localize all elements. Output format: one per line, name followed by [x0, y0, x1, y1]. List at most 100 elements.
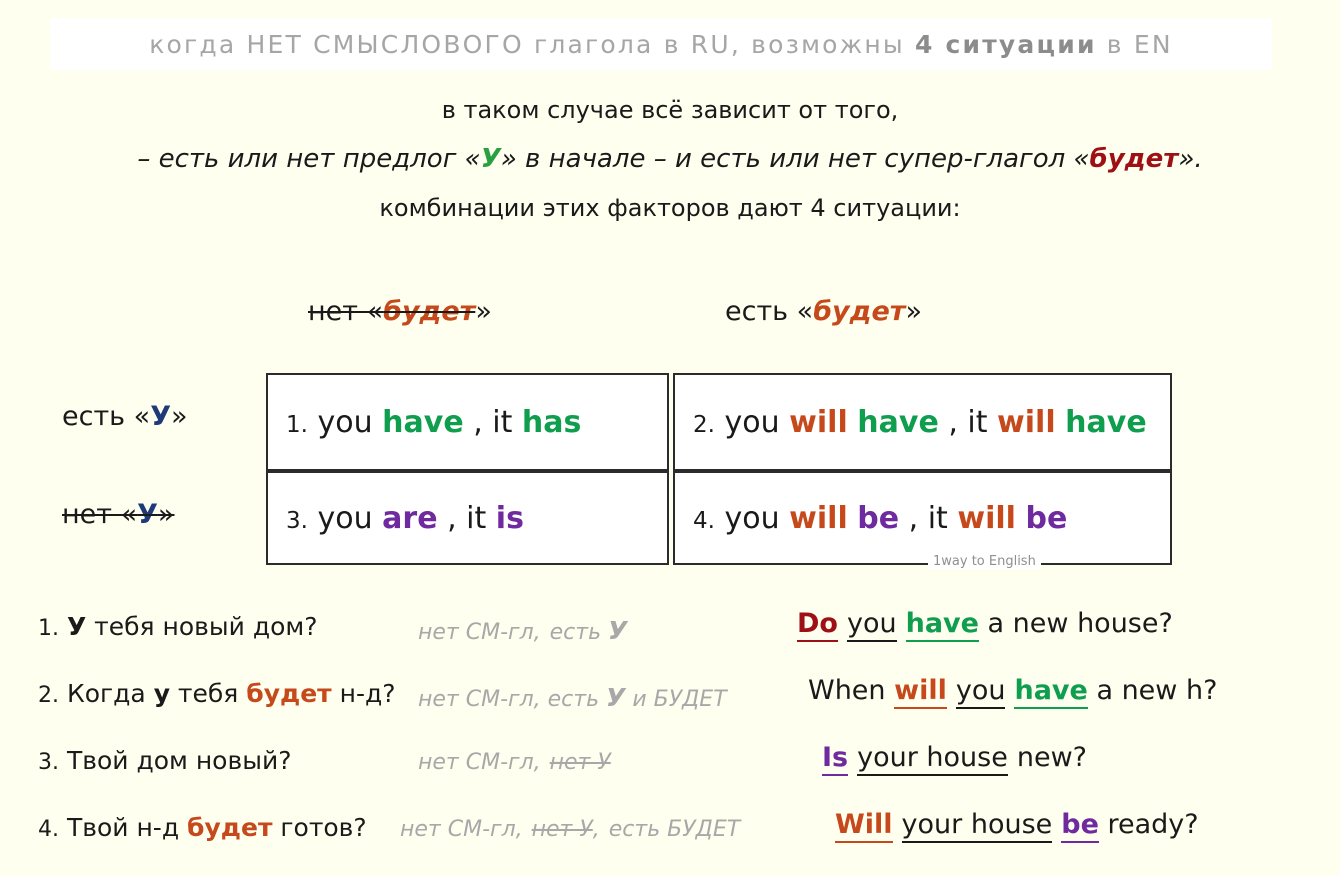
- example-3-note: нет СМ-гл, нет У: [418, 750, 611, 775]
- ex4-en-w1: Will: [835, 809, 893, 843]
- example-2-note: нет СМ-гл, есть У и БУДЕТ: [418, 683, 727, 712]
- example-4-english: Will your house be ready?: [835, 809, 1199, 843]
- row2-suffix: »: [157, 499, 175, 530]
- ex1-en-tail: a new house?: [987, 608, 1173, 639]
- col2-suffix: »: [905, 296, 922, 327]
- example-3-russian: 3. Твой дом новый?: [38, 746, 291, 775]
- cell3-p2: , it: [437, 500, 496, 536]
- ex4-note2: есть БУДЕТ: [608, 817, 741, 842]
- intro-line-3: комбинации этих факторов дают 4 ситуации…: [379, 194, 961, 222]
- intro-line-2-part3: ».: [1178, 144, 1203, 174]
- cell4-aux2: be: [1025, 500, 1068, 536]
- matrix-cell-2-text: 2. you will have , it will have: [693, 405, 1147, 440]
- example-4-note: нет СМ-гл, нет У, есть БУДЕТ: [400, 817, 740, 842]
- col1-suffix: »: [475, 296, 492, 327]
- ex1-ru-rest: тебя новый дом?: [86, 612, 318, 641]
- ex4-ru-pre: Твой н-д: [66, 813, 188, 842]
- situations-matrix: нет «будет» есть «будет» есть «У» нет «У…: [0, 296, 1340, 576]
- header-title: когда НЕТ СМЫСЛОВОГО глагола в RU, возмо…: [149, 30, 1173, 59]
- row-header-no-u-strike: нет «У»: [62, 499, 174, 530]
- intro-budet-marker: будет: [1089, 144, 1179, 174]
- ex2-en-lead: When: [808, 675, 886, 706]
- row1-word: У: [150, 401, 172, 432]
- intro-u-marker: У: [480, 144, 501, 174]
- cell3-num: 3.: [286, 507, 308, 534]
- cell4-num: 4.: [693, 507, 715, 534]
- cell2-p2: , it: [938, 404, 998, 440]
- cell4-w2: will: [957, 500, 1016, 536]
- ex4-num: 4.: [38, 817, 59, 842]
- column-header-no-budet-strike: нет «будет: [308, 296, 475, 327]
- ex1-num: 1.: [38, 616, 59, 641]
- row-header-no-u: нет «У»: [62, 499, 174, 530]
- ex2-ru-pre: Когда: [66, 679, 154, 708]
- cell2-aux2: have: [1065, 404, 1147, 440]
- ex1-en-w3: have: [905, 608, 979, 642]
- example-2-english: When will you have a new h?: [808, 675, 1217, 709]
- matrix-cell-3-text: 3. you are , it is: [286, 501, 524, 536]
- watermark: 1way to English: [928, 554, 1041, 569]
- ex3-note-struck: нет У: [549, 750, 611, 775]
- cell3-p1: you: [307, 500, 383, 536]
- cell1-w2: has: [521, 404, 582, 440]
- examples-block: 1. У тебя новый дом? нет СМ-гл, есть У Do…: [0, 606, 1340, 874]
- matrix-cell-1: 1. you have , it has: [266, 373, 669, 471]
- matrix-cell-1-text: 1. you have , it has: [286, 405, 581, 440]
- cell2-w1: will: [789, 404, 848, 440]
- ex4-en-w3: be: [1061, 809, 1099, 843]
- matrix-cell-3: 3. you are , it is: [266, 471, 669, 565]
- ex2-note1: нет СМ-гл,: [418, 687, 541, 712]
- cell2-num: 2.: [693, 411, 715, 438]
- cell1-p1: you: [307, 404, 383, 440]
- example-row-3: 3. Твой дом новый? нет СМ-гл, нет У Is you…: [0, 740, 1340, 807]
- intro-block: в таком случае всё зависит от того, – ес…: [0, 96, 1340, 222]
- ex4-note-struck: нет У: [531, 817, 593, 842]
- ex3-note1: нет СМ-гл,: [418, 750, 541, 775]
- cell3-w1: are: [382, 500, 438, 536]
- ex4-ru-budet: будет: [187, 813, 273, 842]
- ex4-en-w2: your house: [901, 809, 1053, 843]
- col1-word: будет: [383, 296, 476, 327]
- ex4-en-tail: ready?: [1107, 809, 1199, 840]
- row1-suffix: »: [171, 401, 188, 432]
- ex4-ru-rest: готов?: [272, 813, 367, 842]
- ex1-en-w2: you: [846, 608, 897, 642]
- header-title-before: когда НЕТ СМЫСЛОВОГО глагола в RU, возмо…: [149, 29, 915, 59]
- cell3-w2: is: [495, 500, 524, 536]
- header-title-after: в EN: [1096, 29, 1173, 59]
- ex1-note1: нет СМ-гл,: [418, 620, 541, 645]
- intro-line-2: – есть или нет предлог «У» в начале – и …: [0, 144, 1340, 174]
- cell1-num: 1.: [286, 411, 308, 438]
- cell4-w1: will: [789, 500, 848, 536]
- row-header-has-u: есть «У»: [62, 401, 188, 432]
- ex3-en-tail: new?: [1016, 742, 1087, 773]
- row2-prefix: нет «: [62, 499, 138, 530]
- cell1-p2: , it: [463, 404, 522, 440]
- column-header-no-budet: нет «будет»: [308, 296, 492, 327]
- example-4-russian: 4. Твой н-д будет готов?: [38, 813, 367, 842]
- cell2-aux: have: [857, 404, 939, 440]
- ex1-note3: У: [608, 616, 628, 645]
- ex4-note1: нет СМ-гл,: [400, 817, 523, 842]
- ex2-num: 2.: [38, 683, 59, 708]
- ex2-note3: У: [606, 683, 626, 712]
- ex1-note2: есть: [549, 620, 602, 645]
- ex3-en-w1: Is: [822, 742, 849, 776]
- ex3-ru-rest: Твой дом новый?: [66, 746, 292, 775]
- ex2-ru-budet: будет: [246, 679, 332, 708]
- example-1-english: Do you have a new house?: [797, 608, 1173, 642]
- col2-word: будет: [813, 296, 906, 327]
- ex2-ru-mid: тебя: [169, 679, 247, 708]
- ex2-ru-rest: н-д?: [331, 679, 396, 708]
- ex1-ru-bold: У: [66, 612, 87, 641]
- row2-word: У: [137, 499, 158, 530]
- example-3-english: Is your house new?: [822, 742, 1087, 776]
- ex3-num: 3.: [38, 750, 59, 775]
- matrix-cell-2: 2. you will have , it will have: [673, 373, 1172, 471]
- example-row-4: 4. Твой н-д будет готов? нет СМ-гл, нет У…: [0, 807, 1340, 874]
- cell1-w1: have: [382, 404, 464, 440]
- intro-line-2-part1: – есть или нет предлог «: [137, 144, 481, 174]
- cell4-p1: you: [714, 500, 790, 536]
- cell4-p2: , it: [899, 500, 958, 536]
- example-1-russian: 1. У тебя новый дом?: [38, 612, 318, 641]
